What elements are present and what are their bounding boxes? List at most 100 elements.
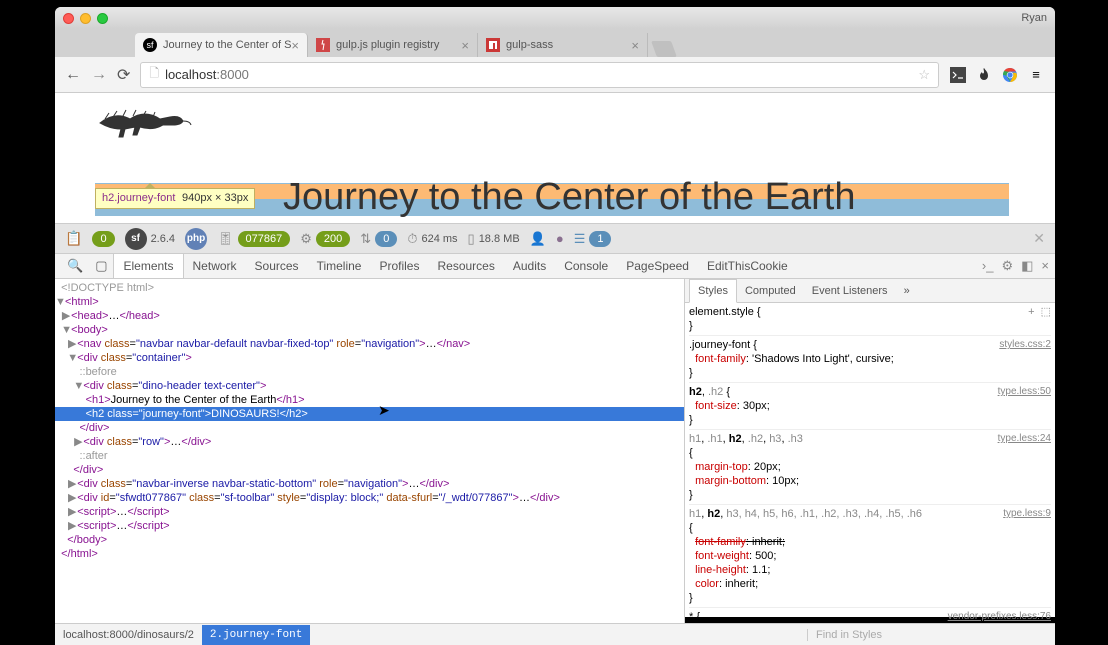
- back-button[interactable]: ←: [65, 66, 81, 84]
- menu-icon[interactable]: ≡: [1027, 66, 1045, 84]
- style-source-link[interactable]: vendor-prefixes.less:76: [948, 610, 1051, 623]
- browser-tab-1[interactable]: sf Journey to the Center of S ×: [135, 33, 308, 57]
- tab-editthiscookie[interactable]: EditThisCookie: [698, 254, 797, 278]
- close-window-button[interactable]: [63, 13, 74, 24]
- dom-line[interactable]: </div>: [55, 421, 684, 435]
- address-input[interactable]: 🗋 localhost:8000 ☆: [140, 62, 939, 88]
- tab-timeline[interactable]: Timeline: [308, 254, 371, 278]
- tab-audits[interactable]: Audits: [504, 254, 555, 278]
- tab-elements[interactable]: Elements: [113, 254, 183, 278]
- tab-pagespeed[interactable]: PageSpeed: [617, 254, 698, 278]
- tab-console[interactable]: Console: [555, 254, 617, 278]
- dom-line[interactable]: ▼<div class="dino-header text-center">: [55, 379, 684, 393]
- dom-line[interactable]: ▶<script>…</script>: [55, 519, 684, 533]
- sf-queries[interactable]: 0: [375, 231, 397, 247]
- tab-resources[interactable]: Resources: [428, 254, 503, 278]
- breadcrumb-path[interactable]: localhost:8000/dinosaurs/2: [55, 629, 202, 641]
- dom-line[interactable]: <!DOCTYPE html>: [55, 281, 684, 295]
- dom-line[interactable]: ▼<div class="container">: [55, 351, 684, 365]
- dom-line[interactable]: ▼<body>: [55, 323, 684, 337]
- terminal-ext-icon[interactable]: [949, 66, 967, 84]
- toggle-states-icon[interactable]: ⬚: [1041, 305, 1051, 319]
- dom-line[interactable]: ::before: [55, 365, 684, 379]
- close-tab-icon[interactable]: ×: [461, 38, 469, 53]
- css-rule[interactable]: type.less:50 h2, .h2 { font-size: 30px; …: [689, 382, 1051, 427]
- style-source-link[interactable]: type.less:24: [998, 432, 1051, 446]
- close-toolbar-icon[interactable]: ✕: [1033, 230, 1045, 247]
- dom-line[interactable]: ::after: [55, 449, 684, 463]
- clipboard-icon[interactable]: 📋: [65, 230, 82, 247]
- dock-icon[interactable]: ◧: [1021, 258, 1033, 274]
- console-drawer-icon[interactable]: ›_: [982, 258, 994, 274]
- styles-tabs: Styles Computed Event Listeners »: [685, 279, 1055, 303]
- style-source-link[interactable]: type.less:9: [1003, 507, 1051, 521]
- sf-logo-icon[interactable]: sf: [125, 228, 147, 250]
- find-in-styles-input[interactable]: Find in Styles: [807, 629, 1055, 641]
- chrome-ext-icon[interactable]: [1001, 66, 1019, 84]
- db-icon[interactable]: ●: [556, 231, 564, 246]
- memory-icon[interactable]: ▯: [468, 231, 475, 247]
- list-icon[interactable]: ☰: [574, 231, 586, 247]
- dom-line-selected[interactable]: <h2 class="journey-font">DINOSAURS!</h2>: [55, 407, 684, 421]
- css-rule[interactable]: type.less:24 h1, .h1, h2, .h2, h3, .h3{ …: [689, 429, 1051, 502]
- tab-computed[interactable]: Computed: [737, 280, 804, 302]
- css-rule[interactable]: vendor-prefixes.less:76 * {: [689, 607, 1051, 623]
- search-icon[interactable]: 🔍: [61, 258, 89, 274]
- sliders-icon[interactable]: 🎚: [217, 231, 234, 247]
- dom-line[interactable]: ▶<head>…</head>: [55, 309, 684, 323]
- sf-memory: 18.8 MB: [479, 233, 520, 245]
- dom-line[interactable]: ▶<nav class="navbar navbar-default navba…: [55, 337, 684, 351]
- tab-event-listeners[interactable]: Event Listeners: [804, 280, 896, 302]
- close-tab-icon[interactable]: ×: [631, 38, 639, 53]
- flame-ext-icon[interactable]: [975, 66, 993, 84]
- tooltip-pointer: [145, 178, 155, 188]
- settings-gear-icon[interactable]: ⚙: [1001, 258, 1013, 274]
- sf-zero-badge[interactable]: 0: [92, 231, 114, 247]
- tab-network[interactable]: Network: [184, 254, 246, 278]
- dom-line[interactable]: ▼<html>: [55, 295, 684, 309]
- sf-reqs[interactable]: 1: [589, 231, 611, 247]
- style-source-link[interactable]: type.less:50: [998, 385, 1051, 399]
- css-rule[interactable]: styles.css:2 .journey-font { font-family…: [689, 335, 1051, 380]
- tab-sources[interactable]: Sources: [246, 254, 308, 278]
- timer-icon[interactable]: ⏱: [407, 231, 417, 247]
- sf-status[interactable]: 200: [316, 231, 350, 247]
- forward-button[interactable]: →: [91, 66, 107, 84]
- add-rule-icon[interactable]: +: [1028, 305, 1034, 319]
- close-tab-icon[interactable]: ×: [291, 38, 299, 53]
- symfony-toolbar[interactable]: 📋 0 sf2.6.4 php 🎚077867 ⚙200 ⇅0 ⏱624 ms …: [55, 223, 1055, 253]
- css-rule[interactable]: type.less:9 h1, h2, h3, h4, h5, h6, .h1,…: [689, 504, 1051, 605]
- browser-tab-3[interactable]: gulp-sass ×: [478, 33, 648, 57]
- user-icon[interactable]: 👤: [530, 231, 546, 247]
- dom-line[interactable]: ▶<div class="navbar-inverse navbar-stati…: [55, 477, 684, 491]
- dom-line[interactable]: </html>: [55, 547, 684, 561]
- dom-line[interactable]: </div>: [55, 463, 684, 477]
- sf-token[interactable]: 077867: [238, 231, 291, 247]
- dom-line[interactable]: <h1>Journey to the Center of the Earth</…: [55, 393, 684, 407]
- style-source-link[interactable]: styles.css:2: [999, 338, 1051, 352]
- close-devtools-icon[interactable]: ×: [1041, 258, 1049, 274]
- styles-rules[interactable]: +⬚ element.style { } styles.css:2 .journ…: [685, 303, 1055, 623]
- tab-styles[interactable]: Styles: [689, 279, 737, 303]
- minimize-window-button[interactable]: [80, 13, 91, 24]
- tab-profiles[interactable]: Profiles: [370, 254, 428, 278]
- styles-pane: Styles Computed Event Listeners » +⬚ ele…: [684, 279, 1055, 623]
- php-badge-icon[interactable]: php: [185, 228, 207, 250]
- dom-line[interactable]: ▶<div id="sfwdt077867" class="sf-toolbar…: [55, 491, 684, 505]
- dom-line[interactable]: ▶<div class="row">…</div>: [55, 435, 684, 449]
- new-tab-button[interactable]: [651, 41, 677, 57]
- device-mode-icon[interactable]: ▢: [89, 258, 113, 274]
- dom-line[interactable]: </body>: [55, 533, 684, 547]
- route-icon[interactable]: ⇅: [360, 231, 371, 247]
- dom-line[interactable]: ▶<script>…</script>: [55, 505, 684, 519]
- reload-button[interactable]: ⟳: [117, 65, 130, 85]
- more-tabs-icon[interactable]: »: [896, 280, 918, 302]
- breadcrumb-selected[interactable]: 2.journey-font: [202, 625, 310, 645]
- maximize-window-button[interactable]: [97, 13, 108, 24]
- gear-icon[interactable]: ⚙: [300, 231, 312, 247]
- browser-tab-2[interactable]: gulp.js plugin registry ×: [308, 33, 478, 57]
- dom-tree[interactable]: <!DOCTYPE html> ▼<html> ▶<head>…</head> …: [55, 279, 684, 623]
- traffic-lights: [63, 13, 108, 24]
- css-rule[interactable]: +⬚ element.style { }: [689, 305, 1051, 333]
- bookmark-star-icon[interactable]: ☆: [918, 67, 930, 83]
